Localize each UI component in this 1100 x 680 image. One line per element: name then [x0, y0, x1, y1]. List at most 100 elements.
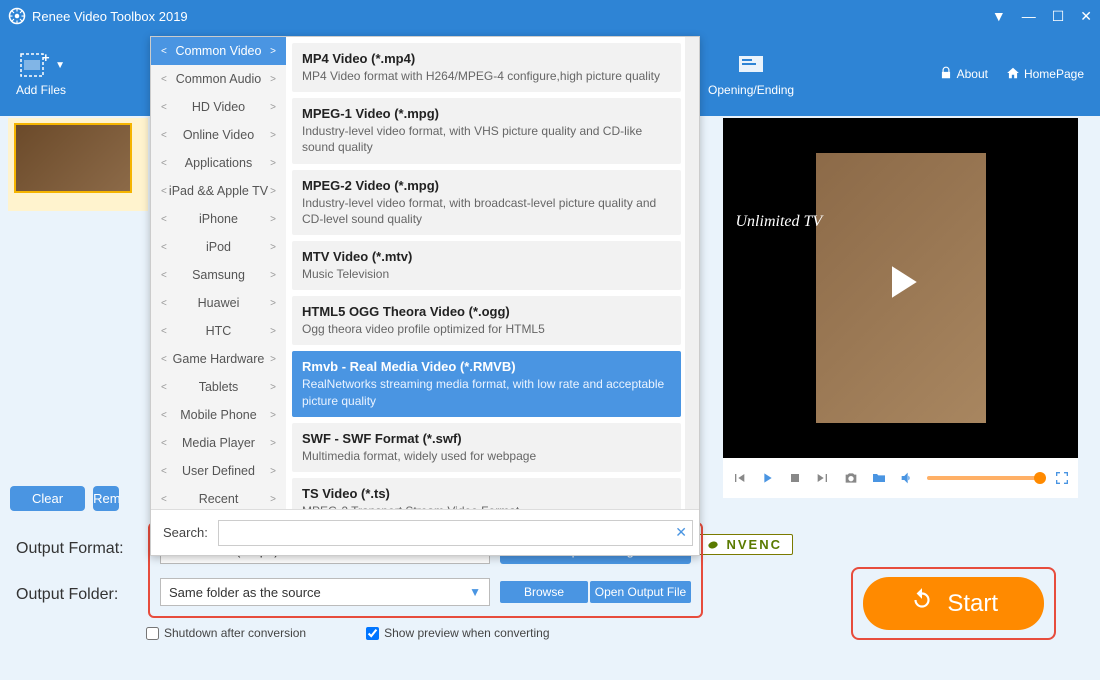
- format-category-item[interactable]: <Huawei>: [151, 289, 286, 317]
- player-controls: [723, 458, 1078, 498]
- player-canvas[interactable]: Unlimited TV: [723, 118, 1078, 458]
- chevron-right-icon: >: [270, 354, 276, 365]
- chevron-right-icon: >: [270, 158, 276, 169]
- prev-icon[interactable]: [731, 470, 747, 486]
- format-category-item[interactable]: <Online Video>: [151, 121, 286, 149]
- output-format-label: Output Format:: [16, 540, 136, 558]
- format-item-title: SWF - SWF Format (*.swf): [302, 431, 671, 446]
- chevron-right-icon: >: [270, 130, 276, 141]
- format-item-title: MP4 Video (*.mp4): [302, 51, 671, 66]
- app-title: Renee Video Toolbox 2019: [32, 9, 992, 24]
- format-item[interactable]: MPEG-2 Video (*.mpg)Industry-level video…: [292, 170, 681, 235]
- chevron-down-icon: ▼: [55, 60, 65, 71]
- lock-icon: [939, 66, 953, 83]
- format-list: MP4 Video (*.mp4) MP4 Video format with H…: [286, 37, 685, 509]
- play-overlay-icon[interactable]: [874, 255, 928, 321]
- chevron-right-icon: >: [270, 186, 276, 197]
- about-link[interactable]: About: [939, 66, 988, 83]
- opening-ending-button[interactable]: Opening/Ending: [708, 51, 794, 97]
- start-button[interactable]: Start: [863, 577, 1044, 630]
- chevron-right-icon: >: [270, 438, 276, 449]
- preview-checkbox[interactable]: Show preview when converting: [366, 626, 549, 640]
- chevron-right-icon: >: [270, 46, 276, 57]
- format-category-item[interactable]: <HD Video>: [151, 93, 286, 121]
- format-item-desc: Industry-level video format, with VHS pi…: [302, 123, 671, 155]
- format-category-item[interactable]: <User Defined>: [151, 457, 286, 485]
- format-category-item[interactable]: <iPhone>: [151, 205, 286, 233]
- open-output-folder-button[interactable]: Open Output File: [590, 581, 691, 603]
- minimize-icon[interactable]: —: [1022, 8, 1036, 24]
- format-category-item[interactable]: <Recent>: [151, 485, 286, 509]
- search-label: Search:: [163, 525, 208, 540]
- window-controls: ▼ — ☐ ✕: [992, 8, 1092, 25]
- video-thumbnail[interactable]: [14, 123, 132, 193]
- volume-icon[interactable]: [899, 470, 915, 486]
- format-category-item[interactable]: <HTC>: [151, 317, 286, 345]
- svg-text:+: +: [42, 52, 50, 65]
- next-icon[interactable]: [815, 470, 831, 486]
- chevron-right-icon: >: [270, 382, 276, 393]
- camera-icon[interactable]: [843, 470, 859, 486]
- play-icon[interactable]: [759, 470, 775, 486]
- caret-down-icon: ▼: [469, 585, 481, 599]
- clear-search-icon[interactable]: ✕: [675, 524, 687, 541]
- format-item[interactable]: HTML5 OGG Theora Video (*.ogg) Ogg theora…: [292, 296, 681, 345]
- format-item-desc: Ogg theora video profile optimized for H…: [302, 321, 671, 337]
- format-item-desc: Multimedia format, widely used for webpa…: [302, 448, 671, 464]
- chevron-right-icon: >: [270, 214, 276, 225]
- close-icon[interactable]: ✕: [1080, 8, 1092, 25]
- header-right-links: About HomePage: [939, 66, 1084, 83]
- thumb-row[interactable]: [8, 118, 148, 211]
- format-category-item[interactable]: <Applications>: [151, 149, 286, 177]
- format-category-item[interactable]: <Samsung>: [151, 261, 286, 289]
- chevron-right-icon: >: [270, 326, 276, 337]
- nvenc-badge: NVENC: [695, 534, 793, 555]
- app-logo-icon: [8, 7, 26, 25]
- format-item[interactable]: TS Video (*.ts)MPEG-2 Transport Stream V…: [292, 478, 681, 509]
- chevron-right-icon: >: [270, 102, 276, 113]
- stop-icon[interactable]: [787, 470, 803, 486]
- opening-ending-icon: [733, 51, 769, 79]
- chevron-right-icon: >: [270, 242, 276, 253]
- add-files-button[interactable]: + ▼ Add Files: [16, 51, 66, 97]
- output-folder-label: Output Folder:: [16, 586, 136, 604]
- format-item-title: HTML5 OGG Theora Video (*.ogg): [302, 304, 671, 319]
- dropdown-caret-icon[interactable]: ▼: [992, 8, 1006, 24]
- maximize-icon[interactable]: ☐: [1052, 8, 1065, 25]
- preview-player: Unlimited TV: [723, 118, 1078, 498]
- fullscreen-icon[interactable]: [1054, 470, 1070, 486]
- format-item[interactable]: Rmvb - Real Media Video (*.RMVB) RealNetw…: [292, 351, 681, 416]
- format-item-title: Rmvb - Real Media Video (*.RMVB): [302, 359, 671, 374]
- homepage-link[interactable]: HomePage: [1006, 66, 1084, 83]
- format-item-desc: MP4 Video format with H264/MPEG-4 config…: [302, 68, 671, 84]
- clear-button[interactable]: Clear: [10, 486, 85, 511]
- shutdown-checkbox[interactable]: Shutdown after conversion: [146, 626, 306, 640]
- format-item[interactable]: MTV Video (*.mtv)Music Television: [292, 241, 681, 290]
- format-item-desc: RealNetworks streaming media format, wit…: [302, 376, 671, 408]
- chevron-right-icon: >: [270, 466, 276, 477]
- format-category-item[interactable]: <Media Player>: [151, 429, 286, 457]
- format-item-title: MPEG-1 Video (*.mpg): [302, 106, 671, 121]
- format-item-title: TS Video (*.ts): [302, 486, 671, 501]
- format-search-input[interactable]: [218, 520, 693, 546]
- remove-button[interactable]: Remove: [93, 486, 119, 511]
- format-item-desc: Music Television: [302, 266, 671, 282]
- format-category-item[interactable]: <Common Audio>: [151, 65, 286, 93]
- format-dropdown-panel: <Common Video><Common Audio><HD Video><O…: [150, 36, 700, 556]
- format-category-item[interactable]: <Tablets>: [151, 373, 286, 401]
- format-item[interactable]: MP4 Video (*.mp4) MP4 Video format with H…: [292, 43, 681, 92]
- title-bar: Renee Video Toolbox 2019 ▼ — ☐ ✕: [0, 0, 1100, 32]
- format-category-item[interactable]: <Game Hardware>: [151, 345, 286, 373]
- format-category-item[interactable]: <iPod>: [151, 233, 286, 261]
- format-item[interactable]: MPEG-1 Video (*.mpg) Industry-level video…: [292, 98, 681, 163]
- format-category-item[interactable]: <Common Video>: [151, 37, 286, 65]
- volume-slider[interactable]: [927, 476, 1042, 480]
- clear-remove-row: Clear Remove: [10, 486, 119, 511]
- scrollbar[interactable]: [685, 37, 699, 509]
- browse-button[interactable]: Browse: [500, 581, 588, 603]
- output-folder-select[interactable]: Same folder as the source ▼: [160, 578, 490, 606]
- format-category-item[interactable]: <iPad && Apple TV>: [151, 177, 286, 205]
- format-category-item[interactable]: <Mobile Phone>: [151, 401, 286, 429]
- format-item[interactable]: SWF - SWF Format (*.swf) Multimedia forma…: [292, 423, 681, 472]
- folder-icon[interactable]: [871, 470, 887, 486]
